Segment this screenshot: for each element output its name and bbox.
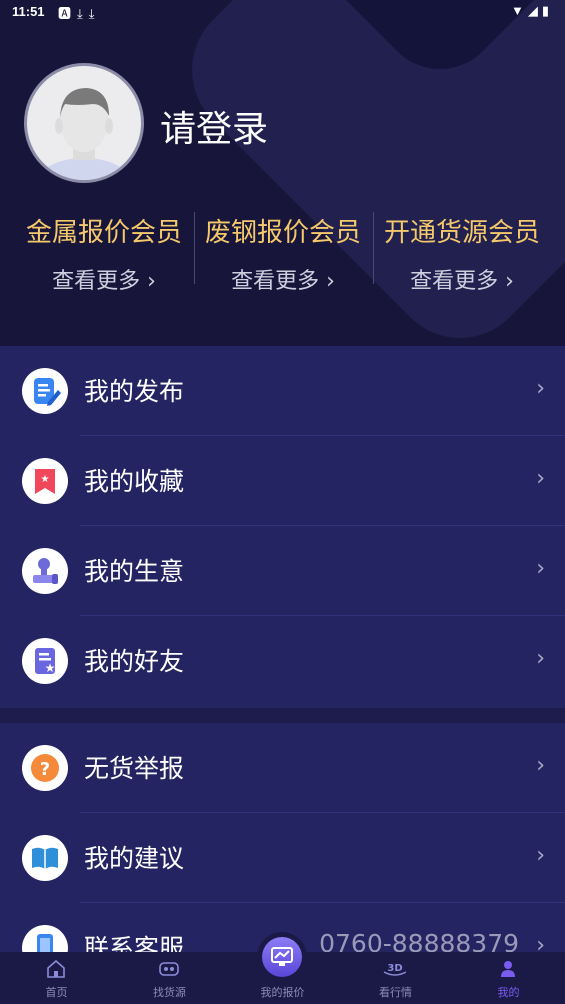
chevron-right-icon: ›	[536, 556, 545, 581]
vip-metal-quote[interactable]: 金属报价会员 查看更多 ›	[14, 212, 194, 295]
menu-item-my-business[interactable]: 我的生意 ›	[0, 526, 565, 616]
chart-monitor-icon	[262, 937, 302, 977]
tab-find-supply[interactable]: 找货源	[113, 952, 226, 1004]
bookmark-star-icon: ★	[22, 458, 68, 504]
support-phone-number: 0760-88888379	[319, 929, 519, 952]
menu-item-my-suggestions[interactable]: 我的建议 ›	[0, 813, 565, 903]
vip-title: 废钢报价会员	[204, 218, 361, 248]
svg-text:★: ★	[41, 474, 50, 485]
tab-label: 我的报价	[260, 986, 305, 999]
chevron-right-icon: ›	[536, 843, 545, 868]
menu-item-report-no-stock[interactable]: ? 无货举报 ›	[0, 723, 565, 813]
status-bar: 11:51 🅰⤓⤓ ▼◢▮	[0, 0, 565, 24]
vip-more-link[interactable]: 查看更多 ›	[372, 263, 552, 295]
login-link[interactable]: 请登录	[160, 100, 268, 152]
tab-label: 我的	[497, 986, 520, 999]
vip-supply-open[interactable]: 开通货源会员 查看更多 ›	[372, 212, 552, 295]
status-time: 11:51	[12, 4, 45, 19]
document-edit-icon	[22, 368, 68, 414]
svg-text:?: ?	[40, 759, 50, 780]
vip-more-link[interactable]: 查看更多 ›	[14, 263, 194, 295]
menu-item-label: 无货举报	[84, 754, 185, 783]
home-icon	[47, 960, 65, 978]
vip-title: 金属报价会员	[25, 218, 182, 248]
menu-item-label: 我的好友	[84, 647, 185, 676]
chevron-right-icon: ›	[536, 753, 545, 778]
tab-label: 首页	[45, 986, 68, 999]
signal-battery-icons: ▼◢▮	[510, 3, 553, 18]
menu-item-label: 我的发布	[84, 377, 185, 406]
book-icon	[22, 835, 68, 881]
menu-card-secondary: ? 无货举报 › 我的建议 › 联系客服 0760-88888379 ›	[0, 723, 565, 952]
tab-mine[interactable]: 我的	[452, 952, 565, 1004]
tab-label: 找货源	[153, 986, 186, 999]
menu-item-my-posts[interactable]: 我的发布 ›	[0, 346, 565, 436]
badge-card-icon: ★	[22, 638, 68, 684]
chevron-right-icon: ›	[536, 646, 545, 671]
question-icon: ?	[22, 745, 68, 791]
3d-icon: 3D	[383, 963, 407, 976]
vip-title: 开通货源会员	[383, 218, 540, 248]
tab-home[interactable]: 首页	[0, 952, 113, 1004]
chevron-right-icon: ›	[536, 466, 545, 491]
menu-item-label: 我的收藏	[84, 467, 185, 496]
chevron-right-icon: ›	[536, 376, 545, 401]
menu-item-label: 联系客服	[84, 934, 185, 952]
menu-item-my-friends[interactable]: ★ 我的好友 ›	[0, 616, 565, 706]
vip-more-link[interactable]: 查看更多 ›	[193, 263, 373, 295]
notification-icons: 🅰⤓⤓	[58, 6, 101, 21]
my-quote-fab[interactable]	[257, 932, 307, 982]
menu-item-label: 我的生意	[84, 557, 185, 586]
tab-label: 看行情	[379, 986, 412, 999]
chevron-right-icon: ›	[536, 933, 545, 952]
menu-item-my-favorites[interactable]: ★ 我的收藏 ›	[0, 436, 565, 526]
person-icon	[501, 961, 515, 977]
menu-card-primary: 我的发布 › ★ 我的收藏 › 我的生意 › ★ 我的好友 ›	[0, 346, 565, 708]
menu-item-label: 我的建议	[84, 844, 185, 873]
stamp-icon	[22, 548, 68, 594]
person-avatar-icon	[36, 88, 132, 180]
phone-icon	[22, 925, 68, 952]
svg-text:3D: 3D	[387, 963, 402, 974]
avatar[interactable]	[24, 63, 144, 183]
vip-scrap-quote[interactable]: 废钢报价会员 查看更多 ›	[193, 212, 373, 295]
tab-market[interactable]: 3D 看行情	[339, 952, 452, 1004]
gamepad-icon	[159, 962, 179, 976]
svg-text:★: ★	[45, 661, 56, 675]
